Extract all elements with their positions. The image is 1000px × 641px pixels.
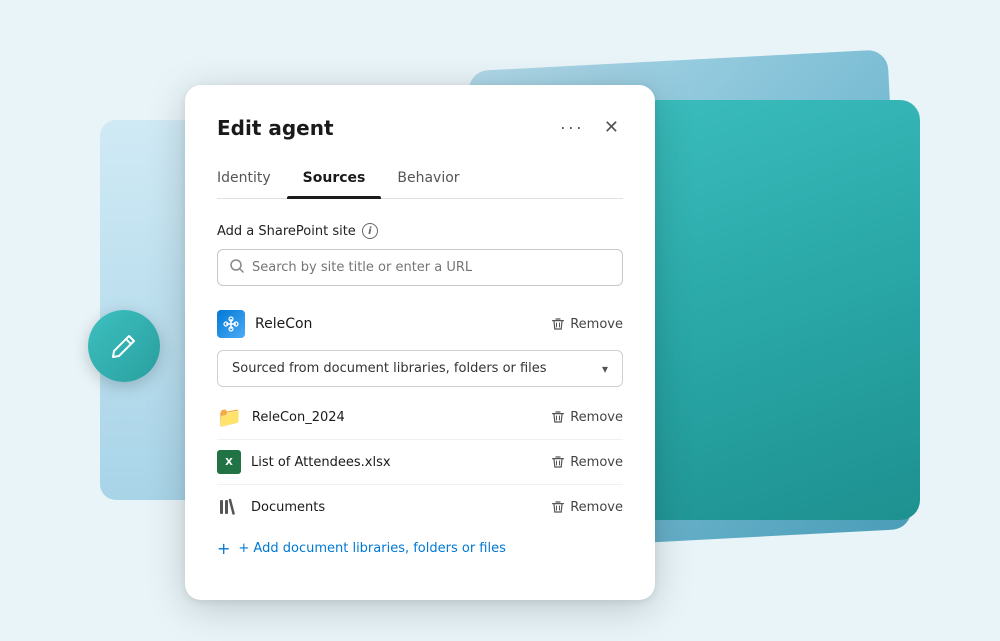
trash-icon xyxy=(551,410,565,424)
file-name-excel: List of Attendees.xlsx xyxy=(251,455,391,470)
chevron-down-icon: ▾ xyxy=(602,362,608,376)
site-item-left: ReleCon xyxy=(217,310,312,338)
library-icon xyxy=(217,495,241,519)
remove-site-button[interactable]: Remove xyxy=(551,317,623,332)
tab-behavior[interactable]: Behavior xyxy=(381,162,475,198)
search-icon xyxy=(230,258,244,277)
site-item-relecon: ReleCon Remove xyxy=(217,302,623,346)
excel-icon: X xyxy=(217,450,241,474)
file-list: 📁 ReleCon_2024 Remove X List of Attendee… xyxy=(217,395,623,529)
site-icon xyxy=(217,310,245,338)
remove-folder-button[interactable]: Remove xyxy=(551,410,623,425)
more-options-button[interactable]: ··· xyxy=(556,113,588,142)
search-box[interactable] xyxy=(217,249,623,286)
tab-identity[interactable]: Identity xyxy=(217,162,287,198)
dialog-actions: ··· ✕ xyxy=(556,113,623,142)
trash-icon xyxy=(551,500,565,514)
pencil-circle xyxy=(88,310,160,382)
close-button[interactable]: ✕ xyxy=(600,113,623,142)
dropdown-label: Sourced from document libraries, folders… xyxy=(232,361,547,376)
section-label: Add a SharePoint site i xyxy=(217,223,623,239)
add-label: + Add document libraries, folders or fil… xyxy=(238,541,505,556)
file-name-folder: ReleCon_2024 xyxy=(252,410,345,425)
remove-excel-button[interactable]: Remove xyxy=(551,455,623,470)
file-name-library: Documents xyxy=(251,500,325,515)
dialog-title: Edit agent xyxy=(217,116,334,140)
search-input[interactable] xyxy=(252,260,610,275)
add-icon: + xyxy=(217,539,230,558)
trash-icon xyxy=(551,455,565,469)
file-item-library: Documents Remove xyxy=(217,485,623,529)
file-item-excel: X List of Attendees.xlsx Remove xyxy=(217,440,623,485)
info-icon[interactable]: i xyxy=(362,223,378,239)
trash-icon xyxy=(551,317,565,331)
remove-library-button[interactable]: Remove xyxy=(551,500,623,515)
dialog-header: Edit agent ··· ✕ xyxy=(217,113,623,142)
source-dropdown[interactable]: Sourced from document libraries, folders… xyxy=(217,350,623,387)
edit-agent-dialog: Edit agent ··· ✕ Identity Sources Behavi… xyxy=(185,85,655,600)
folder-icon: 📁 xyxy=(217,405,242,429)
tabs-container: Identity Sources Behavior xyxy=(217,162,623,199)
file-item-folder: 📁 ReleCon_2024 Remove xyxy=(217,395,623,440)
site-name: ReleCon xyxy=(255,316,312,332)
tab-sources[interactable]: Sources xyxy=(287,162,382,198)
add-libraries-link[interactable]: + + Add document libraries, folders or f… xyxy=(217,529,623,568)
